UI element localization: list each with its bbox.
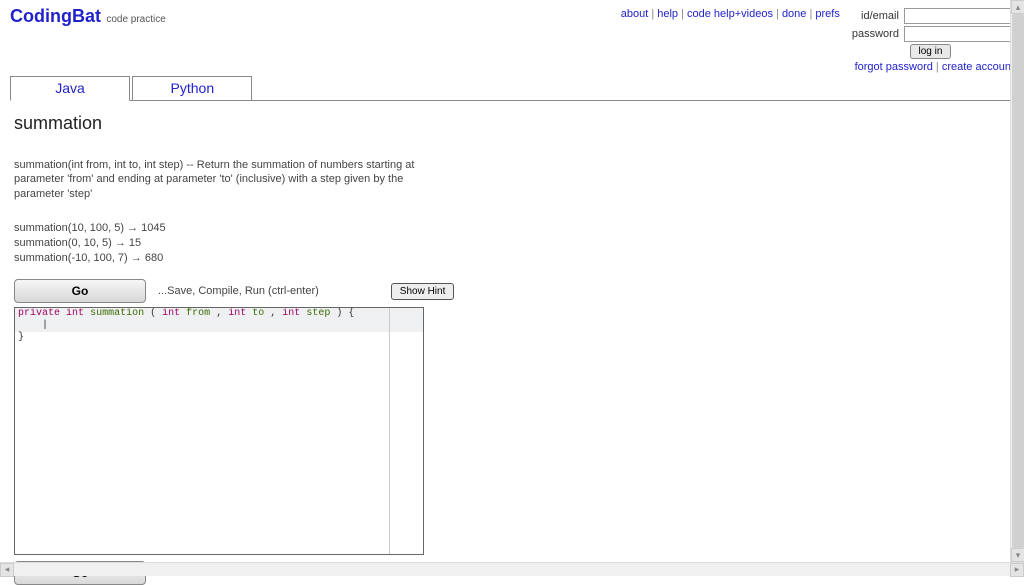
logo[interactable]: CodingBat: [10, 6, 101, 26]
login-form: id/email password log in forgot password…: [847, 8, 1014, 73]
problem-description: summation(int from, int to, int step) --…: [14, 158, 454, 201]
go-button[interactable]: Go: [14, 279, 146, 303]
code-line-cursor[interactable]: |: [15, 320, 423, 332]
forgot-password-link[interactable]: forgot password: [855, 61, 933, 73]
scroll-down-arrow-icon[interactable]: ▾: [1011, 548, 1024, 562]
horizontal-scrollbar[interactable]: ◂ ▸: [0, 562, 1024, 576]
tab-java[interactable]: Java: [10, 76, 130, 101]
password-label: password: [847, 28, 899, 40]
create-account-link[interactable]: create account: [942, 61, 1014, 73]
example-line: summation(0, 10, 5) → 15: [14, 236, 1014, 251]
scroll-thumb[interactable]: [1012, 14, 1024, 548]
run-hint: ...Save, Compile, Run (ctrl-enter): [158, 285, 319, 297]
prefs-link[interactable]: prefs: [815, 8, 839, 20]
codehelp-link[interactable]: code help+videos: [687, 8, 773, 20]
id-input[interactable]: [904, 8, 1014, 24]
example-line: summation(-10, 100, 7) → 680: [14, 251, 1014, 266]
password-input[interactable]: [904, 26, 1014, 42]
show-hint-button[interactable]: Show Hint: [391, 283, 455, 300]
header: CodingBat code practice about | help | c…: [10, 6, 1014, 76]
code-line[interactable]: }: [15, 332, 423, 344]
about-link[interactable]: about: [621, 8, 649, 20]
logo-subtitle: code practice: [106, 14, 165, 25]
example-line: summation(10, 100, 5) → 1045: [14, 221, 1014, 236]
editor-gutter: [389, 308, 390, 554]
scroll-right-arrow-icon[interactable]: ▸: [1010, 563, 1024, 577]
code-line[interactable]: private int summation ( int from , int t…: [15, 308, 423, 320]
id-label: id/email: [847, 10, 899, 22]
top-right-area: about | help | code help+videos | done |…: [621, 8, 1014, 73]
code-editor[interactable]: private int summation ( int from , int t…: [14, 307, 424, 555]
done-link[interactable]: done: [782, 8, 806, 20]
vertical-scrollbar[interactable]: ▴ ▾: [1010, 0, 1024, 562]
help-link[interactable]: help: [657, 8, 678, 20]
problem-examples: summation(10, 100, 5) → 1045 summation(0…: [14, 221, 1014, 266]
tab-python[interactable]: Python: [132, 76, 252, 101]
tabs: Java Python: [10, 76, 1014, 101]
login-button[interactable]: log in: [910, 44, 952, 59]
scroll-up-arrow-icon[interactable]: ▴: [1011, 0, 1024, 14]
scroll-left-arrow-icon[interactable]: ◂: [0, 563, 14, 577]
problem-title: summation: [14, 113, 1014, 134]
